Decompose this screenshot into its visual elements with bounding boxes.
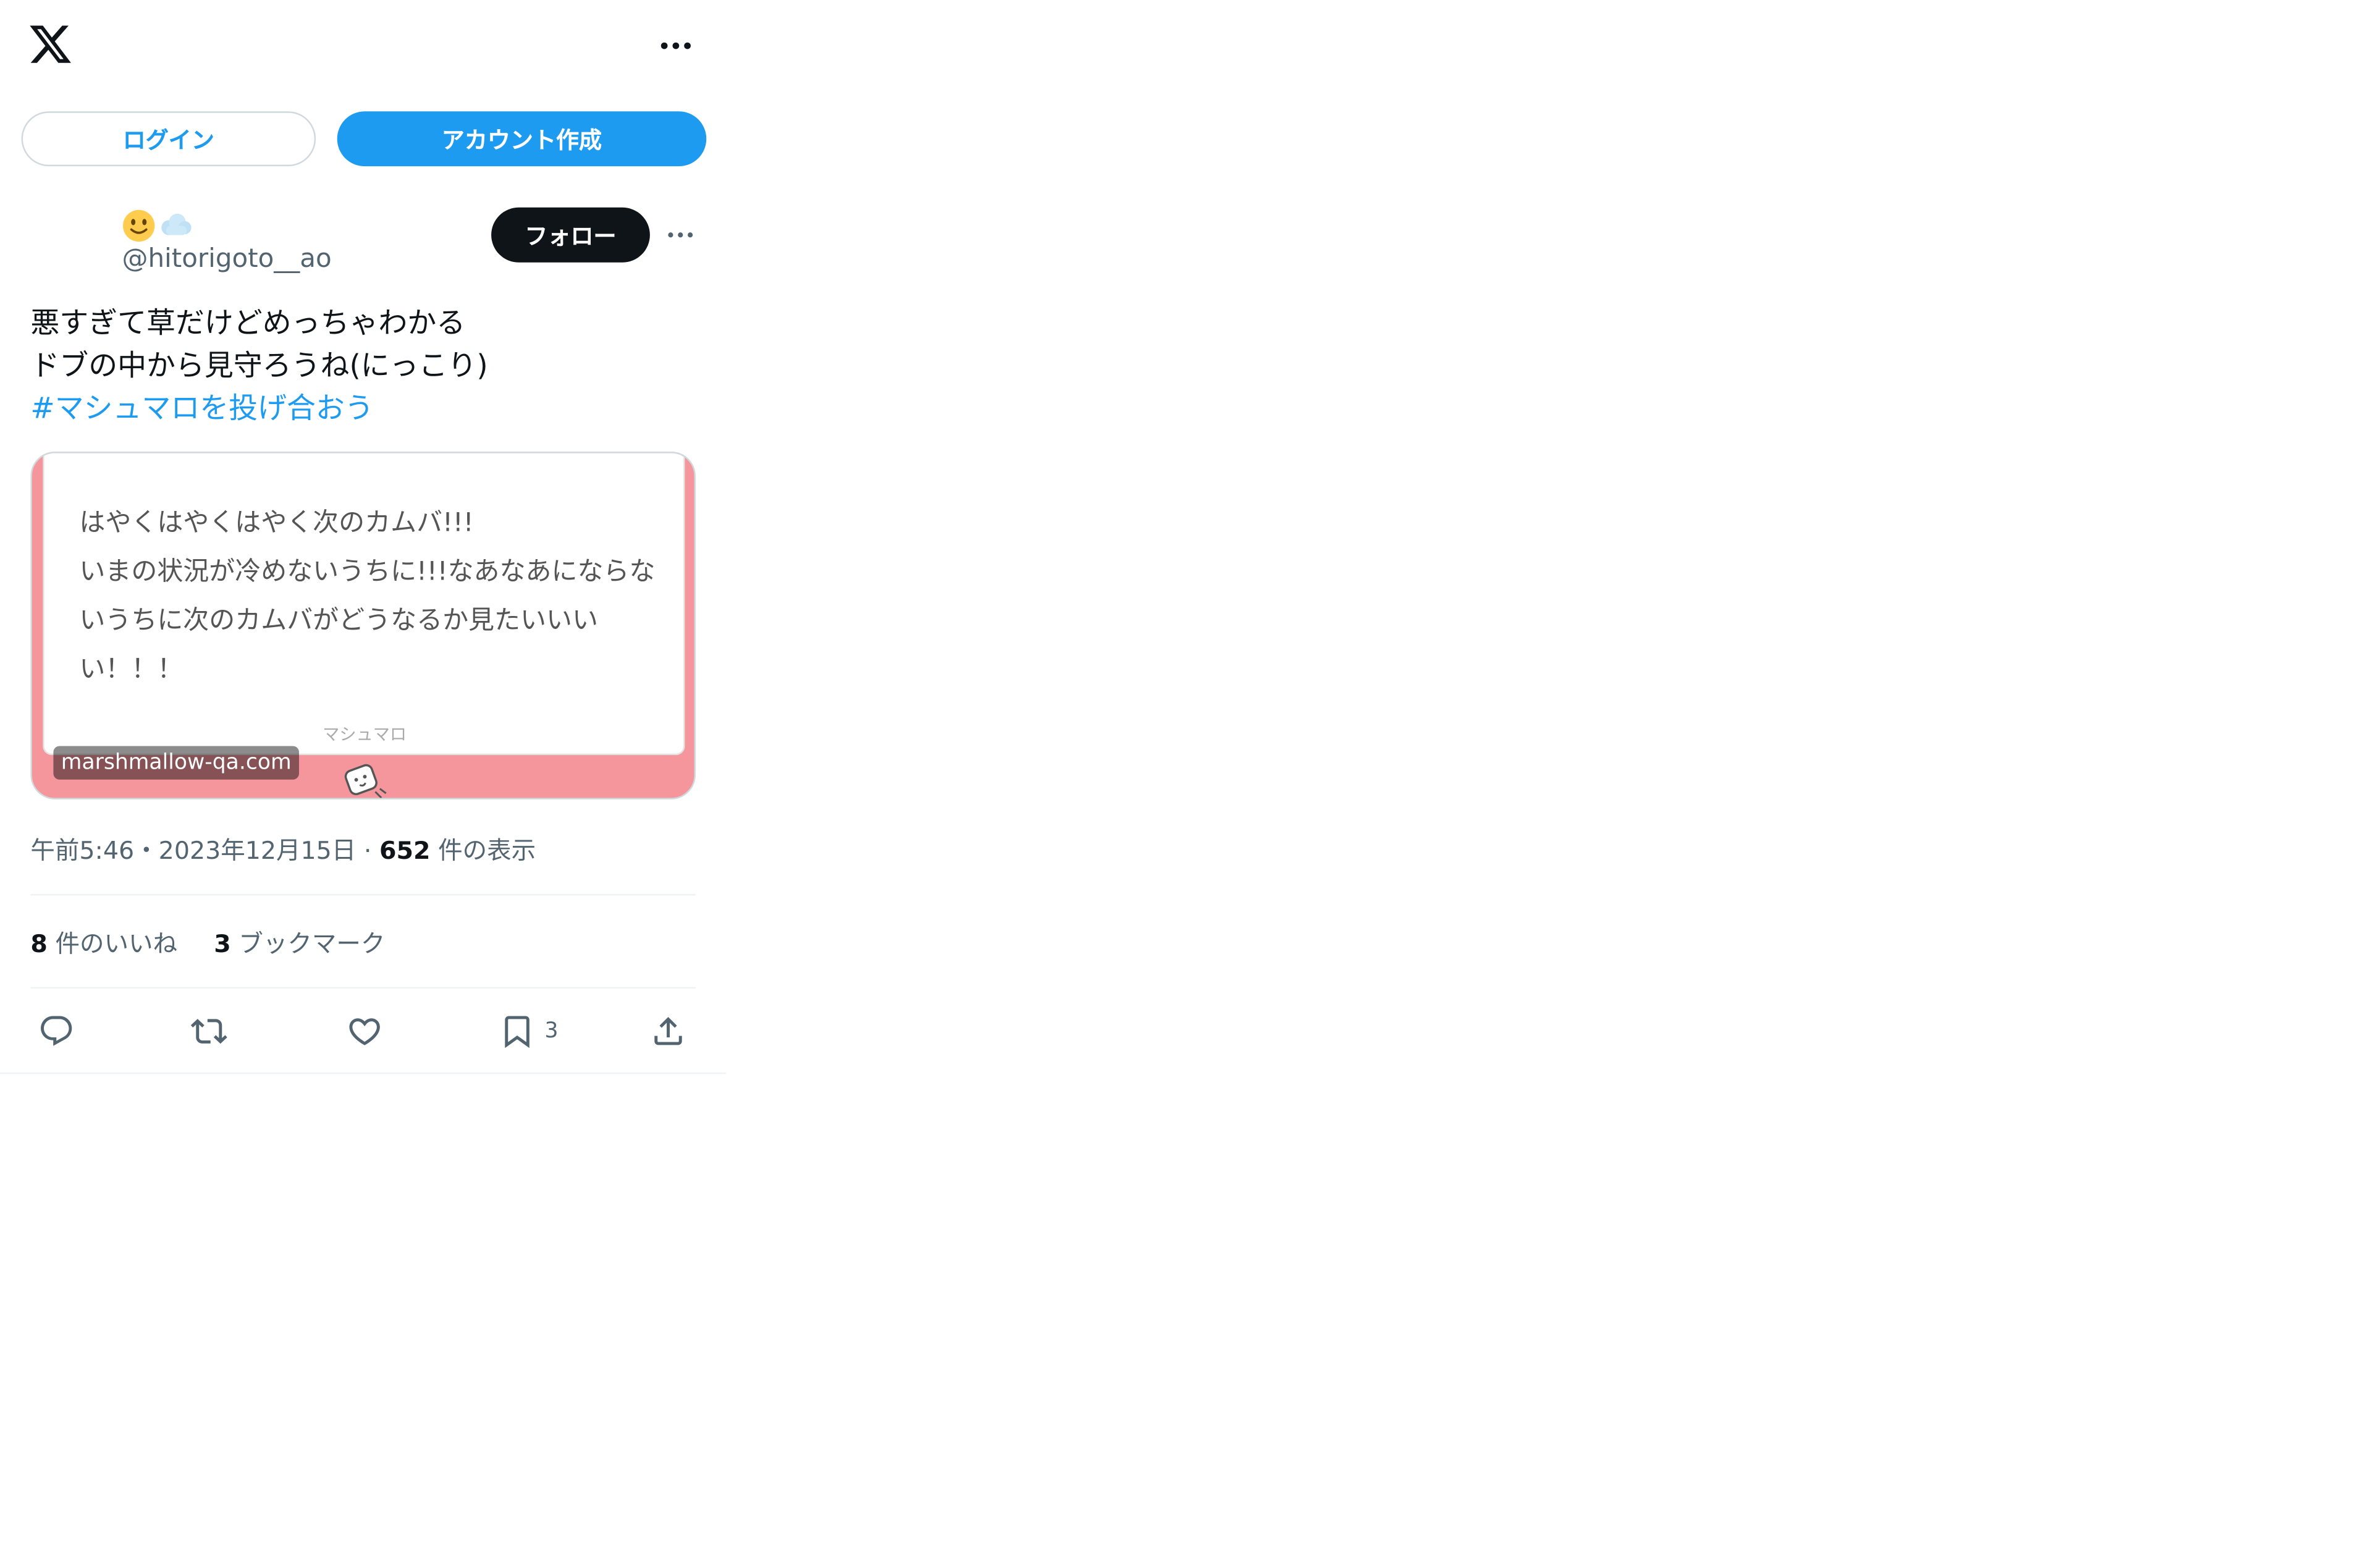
card-question-text: はやくはやくはやく次のカムバ!!! いまの状況が冷めないうちに!!!なあなあにな…: [79, 499, 659, 694]
cloud-emoji: [161, 213, 192, 235]
views-count: 652: [379, 836, 431, 866]
avatar[interactable]: [30, 204, 104, 278]
divider: [30, 987, 696, 989]
tweet-page: ログイン アカウント作成 @hitorigoto__ao フォロー 悪すぎて草だ…: [0, 0, 2380, 1565]
card-text-line: いまの状況が冷めないうちに!!!なあなあにならな: [79, 557, 656, 588]
reply-button[interactable]: [38, 1007, 75, 1056]
tweet-date[interactable]: 2023年12月15日: [159, 836, 357, 865]
like-button[interactable]: [347, 1007, 383, 1056]
divider: [30, 893, 696, 896]
tweet-text-line: ドブの中から見守ろうね(にっこり): [30, 349, 488, 383]
card-paper: はやくはやくはやく次のカムバ!!! いまの状況が冷めないうちに!!!なあなあにな…: [43, 453, 685, 756]
follow-button[interactable]: フォロー: [491, 207, 650, 263]
heart-icon: [349, 1018, 380, 1045]
top-bar: [0, 0, 726, 91]
bookmark-button[interactable]: 3: [499, 1007, 559, 1056]
card-text-line: い！！！: [79, 654, 184, 685]
bookmarks-label: ブックマーク: [230, 929, 386, 958]
meta-separator: ·: [356, 836, 380, 866]
hashtag-link[interactable]: #マシュマロを投げ合おう: [30, 387, 701, 430]
more-horizontal-icon[interactable]: [653, 27, 699, 64]
tweet-text: 悪すぎて草だけどめっちゃわかる ドブの中から見守ろうね(にっこり) #マシュマロ…: [30, 302, 701, 430]
login-button[interactable]: ログイン: [21, 111, 316, 167]
card-text-line: はやくはやくはやく次のカムバ!!!: [79, 508, 474, 539]
retweet-icon: [190, 1019, 227, 1044]
share-button[interactable]: [650, 1007, 686, 1056]
bookmarks-count: 3: [214, 929, 231, 958]
post-more-icon[interactable]: [662, 217, 699, 253]
views-label: 件の表示: [430, 836, 536, 866]
likes-stat[interactable]: 8 件のいいね: [30, 923, 177, 960]
bookmarks-stat[interactable]: 3 ブックマーク: [214, 923, 385, 960]
tweet-actions: 3: [30, 1007, 701, 1056]
retweet-button[interactable]: [190, 1007, 227, 1056]
meta-separator: ・: [134, 836, 159, 866]
tweet-stats: 8 件のいいね 3 ブックマーク: [30, 923, 385, 960]
author-handle[interactable]: @hitorigoto__ao: [122, 244, 332, 274]
bookmark-count: 3: [544, 1019, 559, 1044]
likes-count: 8: [30, 929, 48, 958]
card-brand: マシュマロ: [323, 724, 407, 745]
tweet-time[interactable]: 午前5:46: [30, 836, 134, 865]
x-logo-icon[interactable]: [27, 22, 73, 67]
card-domain-label: marshmallow-qa.com: [53, 746, 300, 780]
create-account-button[interactable]: アカウント作成: [337, 111, 707, 167]
display-name[interactable]: [122, 208, 193, 244]
tweet-text-line: 悪すぎて草だけどめっちゃわかる: [30, 306, 466, 340]
bookmark-icon: [505, 1016, 530, 1048]
media-card[interactable]: はやくはやくはやく次のカムバ!!! いまの状況が冷めないうちに!!!なあなあにな…: [30, 451, 696, 799]
likes-label: 件のいいね: [47, 929, 178, 958]
slightly-smiling-face-emoji: [123, 209, 155, 242]
marshmallow-mascot-icon: [344, 764, 387, 798]
card-text-line: いうちに次のカムバがどうなるか見たいいい: [79, 605, 598, 636]
divider: [0, 1072, 727, 1074]
share-icon: [654, 1016, 682, 1045]
tweet-meta: 午前5:46・2023年12月15日 · 652 件の表示: [30, 830, 536, 866]
reply-icon: [41, 1016, 72, 1046]
